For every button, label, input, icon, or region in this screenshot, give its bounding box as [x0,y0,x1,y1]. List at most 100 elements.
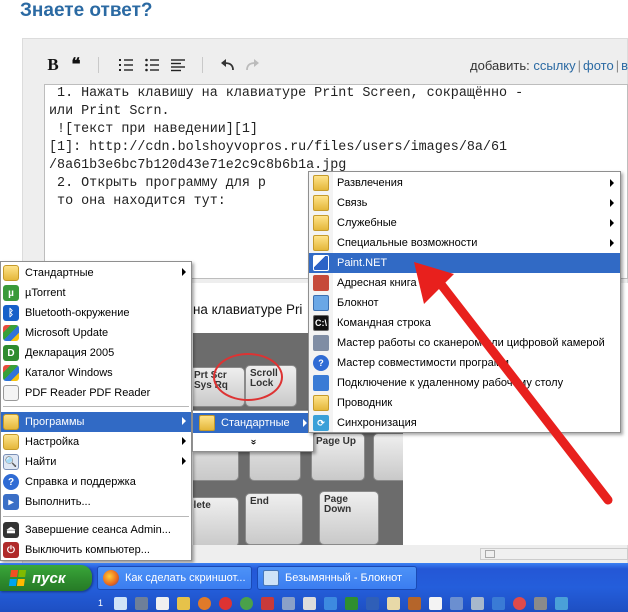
start-menu-item-microsoft-update[interactable]: Microsoft Update [1,323,191,343]
start-menu-item-shutdown[interactable]: ⏻ Выключить компьютер... [1,540,191,560]
std-item-paint-net[interactable]: Paint.NET [309,253,620,273]
redo-icon [246,59,259,71]
expand-menu-button[interactable]: » [193,435,313,449]
submenu-arrow-icon [182,268,186,276]
menu-item-label: Paint.NET [337,257,388,269]
start-menu-item-settings[interactable]: Настройка [1,432,191,452]
keyboard-key: Page Down [319,491,379,545]
app-icon[interactable] [534,596,547,610]
run-icon: ▸ [3,494,19,510]
cmd-icon: C:\ [313,315,329,331]
horizontal-scrollbar[interactable] [480,548,628,560]
app-icon[interactable] [513,596,526,610]
start-menu-item-search[interactable]: 🔍 Найти [1,452,191,472]
start-menu-item-programs[interactable]: Программы [1,412,191,432]
std-item-cmd[interactable]: C:\ Командная строка [309,313,620,333]
media-icon[interactable] [135,596,148,610]
excel-icon[interactable] [345,596,358,610]
start-menu-item-windows-catalog[interactable]: Каталог Windows [1,363,191,383]
menu-item-label: Найти [25,456,57,468]
menu-item-label: PDF Reader PDF Reader [25,387,151,399]
scroll-thumb[interactable] [485,550,495,558]
menu-item-label: Служебные [337,217,397,229]
app-icon[interactable] [261,596,274,610]
task-button-notepad[interactable]: Безымянный - Блокнот [257,566,417,590]
app-icon[interactable] [324,596,337,610]
start-menu-item-logoff[interactable]: ⏏ Завершение сеанса Admin... [1,520,191,540]
app-icon[interactable] [282,596,295,610]
redo-button[interactable] [244,56,260,74]
menu-item-label: Настройка [25,436,80,448]
std-item-address-book[interactable]: Адресная книга [309,273,620,293]
std-item-scanner-wizard[interactable]: Мастер работы со сканером или цифровой к… [309,333,620,353]
explorer-icon [313,395,329,411]
bullet-list-button[interactable] [144,56,160,74]
word-icon[interactable] [366,596,379,610]
std-item-remote-desktop[interactable]: Подключение к удаленному рабочему столу [309,373,620,393]
folder-icon[interactable] [177,596,190,610]
start-menu-item-declaration[interactable]: D Декларация 2005 [1,343,191,363]
menu-item-label: Стандартные [221,417,290,429]
start-button[interactable]: пуск [0,565,92,591]
programs-submenu-item-standard[interactable]: Стандартные [193,413,313,433]
editor-line: или Print Scrn. [49,104,170,119]
start-menu-item-help[interactable]: ? Справка и поддержка [1,472,191,492]
taskbar: пуск Как сделать скриншот... Безымянный … [0,563,628,612]
app-icon[interactable] [429,596,442,610]
start-menu-item-standard[interactable]: Стандартные [1,263,191,283]
std-item-notepad[interactable]: Блокнот [309,293,620,313]
std-item-system-tools[interactable]: Служебные [309,213,620,233]
programs-icon [3,414,19,430]
app-icon[interactable] [492,596,505,610]
app-icon[interactable] [408,596,421,610]
start-menu-item-utorrent[interactable]: µ µTorrent [1,283,191,303]
menu-item-label: Развлечения [337,177,403,189]
firefox-icon [103,570,119,586]
add-video-link[interactable]: в [621,58,628,73]
submenu-arrow-icon [303,419,307,427]
shutdown-icon: ⏻ [3,542,19,558]
app-icon[interactable] [471,596,484,610]
task-button-label: Безымянный - Блокнот [285,572,403,584]
menu-item-label: Выполнить... [25,496,91,508]
add-photo-link[interactable]: фото [583,58,614,73]
app-icon[interactable] [450,596,463,610]
editor-line: ![текст при наведении][1] [49,122,258,137]
menu-item-label: Адресная книга [337,277,417,289]
submenu-arrow-icon [610,199,614,207]
keyboard-key [373,433,403,481]
bold-button[interactable]: B [46,55,60,74]
std-item-entertainment[interactable]: Развлечения [309,173,620,193]
add-link-link[interactable]: ссылку [533,58,575,73]
desktop-icon[interactable] [114,596,127,610]
notepad-icon [313,295,329,311]
undo-button[interactable] [220,56,236,74]
start-menu-item-pdf-reader[interactable]: PDF Reader PDF Reader [1,383,191,403]
file-icon[interactable] [156,596,169,610]
numbered-list-button[interactable] [118,56,134,74]
std-item-communications[interactable]: Связь [309,193,620,213]
std-item-explorer[interactable]: Проводник [309,393,620,413]
opera-icon[interactable] [219,596,232,610]
std-item-accessibility[interactable]: Специальные возможности [309,233,620,253]
std-item-compat-wizard[interactable]: ? Мастер совместимости программ [309,353,620,373]
menu-item-label: Справка и поддержка [25,476,136,488]
task-button-browser[interactable]: Как сделать скриншот... [97,566,252,590]
align-button[interactable] [170,56,186,74]
toolbar-divider [98,57,99,73]
std-item-sync[interactable]: ⟳ Синхронизация [309,413,620,433]
editor-line: [1]: http://cdn.bolshoyvopros.ru/files/u… [49,140,508,155]
numbered-list-icon [119,59,133,71]
menu-item-label: Каталог Windows [25,367,113,379]
chrome-icon[interactable] [240,596,253,610]
firefox-icon[interactable] [198,596,211,610]
link-separator: | [615,58,620,73]
link-separator: | [577,58,582,73]
app-icon[interactable] [555,596,568,610]
quote-button[interactable]: ❝ [68,55,84,74]
menu-item-label: Bluetooth-окружение [25,307,130,319]
start-menu-item-run[interactable]: ▸ Выполнить... [1,492,191,512]
start-menu-item-bluetooth[interactable]: ᛒ Bluetooth-окружение [1,303,191,323]
app-icon[interactable] [303,596,316,610]
app-icon[interactable] [387,596,400,610]
